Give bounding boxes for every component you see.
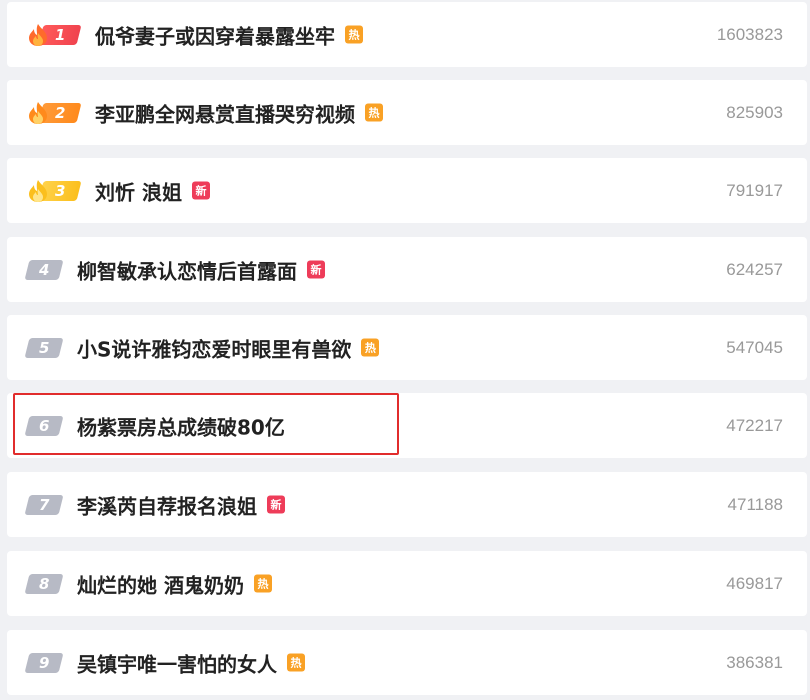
flame-icon	[29, 179, 47, 202]
hot-tag: 热	[365, 103, 383, 122]
item-title-text[interactable]: 吴镇宇唯一害怕的女人	[77, 648, 277, 677]
heat-count: 472217	[726, 415, 783, 435]
item-title-text[interactable]: 侃爷妻子或因穿着暴露坐牢	[95, 20, 335, 49]
trending-item-2[interactable]: 2 李亚鹏全网悬赏直播哭穷视频 热 825903	[7, 80, 807, 145]
item-title[interactable]: 侃爷妻子或因穿着暴露坐牢 热	[95, 20, 363, 49]
heat-count: 624257	[726, 259, 783, 279]
trending-item-8[interactable]: 8 灿烂的她 酒鬼奶奶 热 469817	[7, 551, 807, 616]
heat-count: 1603823	[716, 24, 783, 44]
rank-indicator: 4	[24, 259, 64, 281]
rank-indicator: 1	[27, 23, 82, 46]
trending-item-3[interactable]: 3 刘忻 浪姐 新 791917	[7, 158, 807, 223]
rank-badge: 6	[24, 415, 64, 436]
heat-count: 386381	[726, 652, 783, 672]
hot-tag: 热	[345, 25, 363, 44]
rank-indicator: 3	[27, 179, 82, 202]
item-title-text[interactable]: 刘忻 浪姐	[95, 176, 182, 205]
new-tag: 新	[191, 181, 210, 200]
trending-item-7[interactable]: 7 李溪芮自荐报名浪姐 新 471188	[7, 472, 807, 537]
trending-item-5[interactable]: 5 小S说许雅钧恋爱时眼里有兽欲 热 547045	[7, 315, 807, 380]
new-tag: 新	[307, 260, 325, 279]
item-title[interactable]: 李溪芮自荐报名浪姐 新	[77, 490, 285, 519]
item-title[interactable]: 小S说许雅钧恋爱时眼里有兽欲 热	[77, 333, 380, 362]
flame-icon	[29, 101, 47, 124]
trending-item-1[interactable]: 1 侃爷妻子或因穿着暴露坐牢 热 1603823	[7, 2, 807, 67]
item-title[interactable]: 吴镇宇唯一害怕的女人 热	[77, 648, 305, 677]
hot-tag: 热	[361, 338, 380, 357]
item-title-text[interactable]: 柳智敏承认恋情后首露面	[77, 255, 297, 284]
rank-indicator: 2	[27, 101, 82, 124]
rank-badge: 8	[24, 573, 64, 594]
hot-tag: 热	[287, 653, 305, 672]
heat-count: 547045	[726, 337, 783, 357]
trending-item-6[interactable]: 6 杨紫票房总成绩破80亿 472217	[7, 393, 807, 458]
item-title[interactable]: 灿烂的她 酒鬼奶奶 热	[77, 569, 272, 598]
item-title-text[interactable]: 灿烂的她 酒鬼奶奶	[77, 569, 244, 598]
heat-count: 469817	[726, 573, 783, 593]
rank-indicator: 7	[24, 494, 64, 516]
hot-tag: 热	[253, 574, 272, 593]
rank-indicator: 8	[24, 573, 64, 595]
item-title-text[interactable]: 李溪芮自荐报名浪姐	[77, 490, 257, 519]
heat-count: 825903	[726, 102, 783, 122]
item-title[interactable]: 杨紫票房总成绩破80亿	[77, 411, 285, 440]
item-title[interactable]: 李亚鹏全网悬赏直播哭穷视频 热	[95, 98, 383, 127]
item-title[interactable]: 柳智敏承认恋情后首露面 新	[77, 255, 325, 284]
rank-indicator: 9	[24, 652, 64, 674]
item-title-text[interactable]: 小S说许雅钧恋爱时眼里有兽欲	[77, 333, 351, 362]
trending-item-4[interactable]: 4 柳智敏承认恋情后首露面 新 624257	[7, 237, 807, 302]
trending-list: 1 侃爷妻子或因穿着暴露坐牢 热 1603823 2 李亚鹏全网悬赏直播哭穷视频…	[0, 0, 810, 700]
heat-count: 791917	[726, 180, 783, 200]
flame-icon	[29, 23, 47, 46]
item-title[interactable]: 刘忻 浪姐 新	[95, 176, 210, 205]
new-tag: 新	[267, 495, 285, 514]
rank-badge: 9	[24, 652, 64, 673]
item-title-text[interactable]: 李亚鹏全网悬赏直播哭穷视频	[95, 98, 355, 127]
trending-item-9[interactable]: 9 吴镇宇唯一害怕的女人 热 386381	[7, 630, 807, 695]
heat-count: 471188	[727, 494, 783, 514]
rank-badge: 5	[24, 337, 64, 358]
rank-indicator: 6	[24, 415, 64, 437]
rank-badge: 7	[24, 494, 64, 515]
item-title-text[interactable]: 杨紫票房总成绩破80亿	[77, 411, 285, 440]
rank-badge: 4	[24, 259, 64, 280]
rank-indicator: 5	[24, 337, 64, 359]
